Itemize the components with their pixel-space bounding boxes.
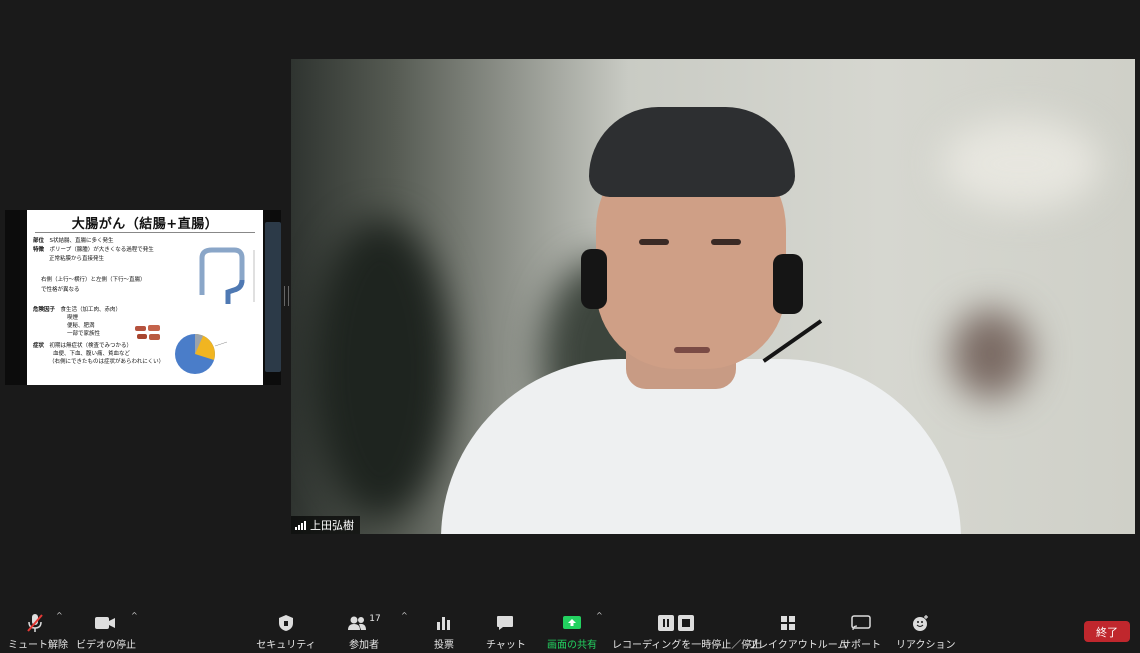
thumbnail-scrollbar[interactable] <box>265 222 281 372</box>
video-camera-icon <box>76 611 134 635</box>
breakout-rooms-icon <box>748 611 828 635</box>
stop-video-button[interactable]: ビデオの停止 <box>76 611 136 651</box>
slide-line: 特徴 ポリープ（腺腫）が大きくなる過程で発生 <box>33 247 154 253</box>
smiley-reaction-icon <box>896 611 946 635</box>
recording-pause-stop-icon <box>612 611 742 635</box>
shield-icon <box>256 611 316 635</box>
slide-line: 危険因子 食生活（加工肉、赤肉） <box>33 307 122 313</box>
slide-title: 大腸がん（結腸+直腸） <box>71 217 219 232</box>
meeting-toolbar: ミュート解除 ^ ビデオの停止 ^ セキュリティ 17 参加者 ^ 投票 チャッ… <box>0 605 1140 653</box>
meat-icon <box>135 325 160 340</box>
chat-bubble-icon <box>486 611 524 635</box>
colon-diagram-icon <box>199 247 255 304</box>
chat-button[interactable]: チャット <box>486 611 526 651</box>
slide-line: 一部で家族性 <box>67 331 101 337</box>
mute-button[interactable]: ミュート解除 <box>8 611 68 651</box>
share-screen-button[interactable]: 画面の共有 <box>543 611 601 651</box>
reactions-button[interactable]: リアクション <box>896 611 956 651</box>
slide-line: 正常粘膜から直接発生 <box>49 256 105 262</box>
slide-line: で性格が異なる <box>41 287 80 293</box>
participants-button[interactable]: 17 参加者 <box>344 611 384 651</box>
polls-button[interactable]: 投票 <box>428 611 460 651</box>
cast-support-icon <box>840 611 882 635</box>
share-options-caret-icon[interactable]: ^ <box>596 611 603 620</box>
slide-line: 症状 初期は無症状（検査でみつかる） <box>33 343 133 349</box>
participants-options-caret-icon[interactable]: ^ <box>401 611 408 620</box>
video-options-caret-icon[interactable]: ^ <box>131 611 138 620</box>
speaker-video: 上田弘樹 <box>291 59 1135 534</box>
signal-strength-icon <box>295 520 306 530</box>
slide-line: 便秘、肥満 <box>67 323 95 329</box>
shared-screen-thumbnail[interactable]: 大腸がん（結腸+直腸） 部位 S状結腸、直腸に多く発生 特徴 ポリープ（腺腫）が… <box>5 210 281 385</box>
end-meeting-button[interactable]: 終了 <box>1084 621 1130 642</box>
participants-icon: 17 <box>344 611 384 635</box>
security-button[interactable]: セキュリティ <box>256 611 316 651</box>
pie-chart-icon <box>175 334 228 374</box>
slide-line: （右側にできたものは症状があらわれにくい） <box>49 359 165 365</box>
slide-line: 部位 S状結腸、直腸に多く発生 <box>33 238 114 244</box>
participant-name-tag: 上田弘樹 <box>291 516 360 534</box>
audio-options-caret-icon[interactable]: ^ <box>56 611 63 620</box>
shared-slide: 大腸がん（結腸+直腸） 部位 S状結腸、直腸に多く発生 特徴 ポリープ（腺腫）が… <box>27 210 263 385</box>
participants-count: 17 <box>369 614 381 624</box>
split-resize-handle[interactable] <box>284 286 289 306</box>
slide-line: 喫煙 <box>67 315 79 321</box>
bar-chart-icon <box>428 611 460 635</box>
breakout-rooms-button[interactable]: ブレイクアウトルーム <box>748 611 848 651</box>
slide-line: 血便、下血、腹い痛、貧血など <box>53 351 131 357</box>
slide-divider <box>35 232 255 233</box>
share-screen-icon <box>543 611 601 635</box>
microphone-muted-icon <box>8 611 62 635</box>
participant-name: 上田弘樹 <box>310 519 354 532</box>
recording-controls[interactable]: レコーディングを一時停止／停止 <box>612 611 761 651</box>
support-button[interactable]: サポート <box>840 611 882 651</box>
slide-line: 右側（上行〜横行）と左側（下行〜直腸） <box>41 277 146 283</box>
